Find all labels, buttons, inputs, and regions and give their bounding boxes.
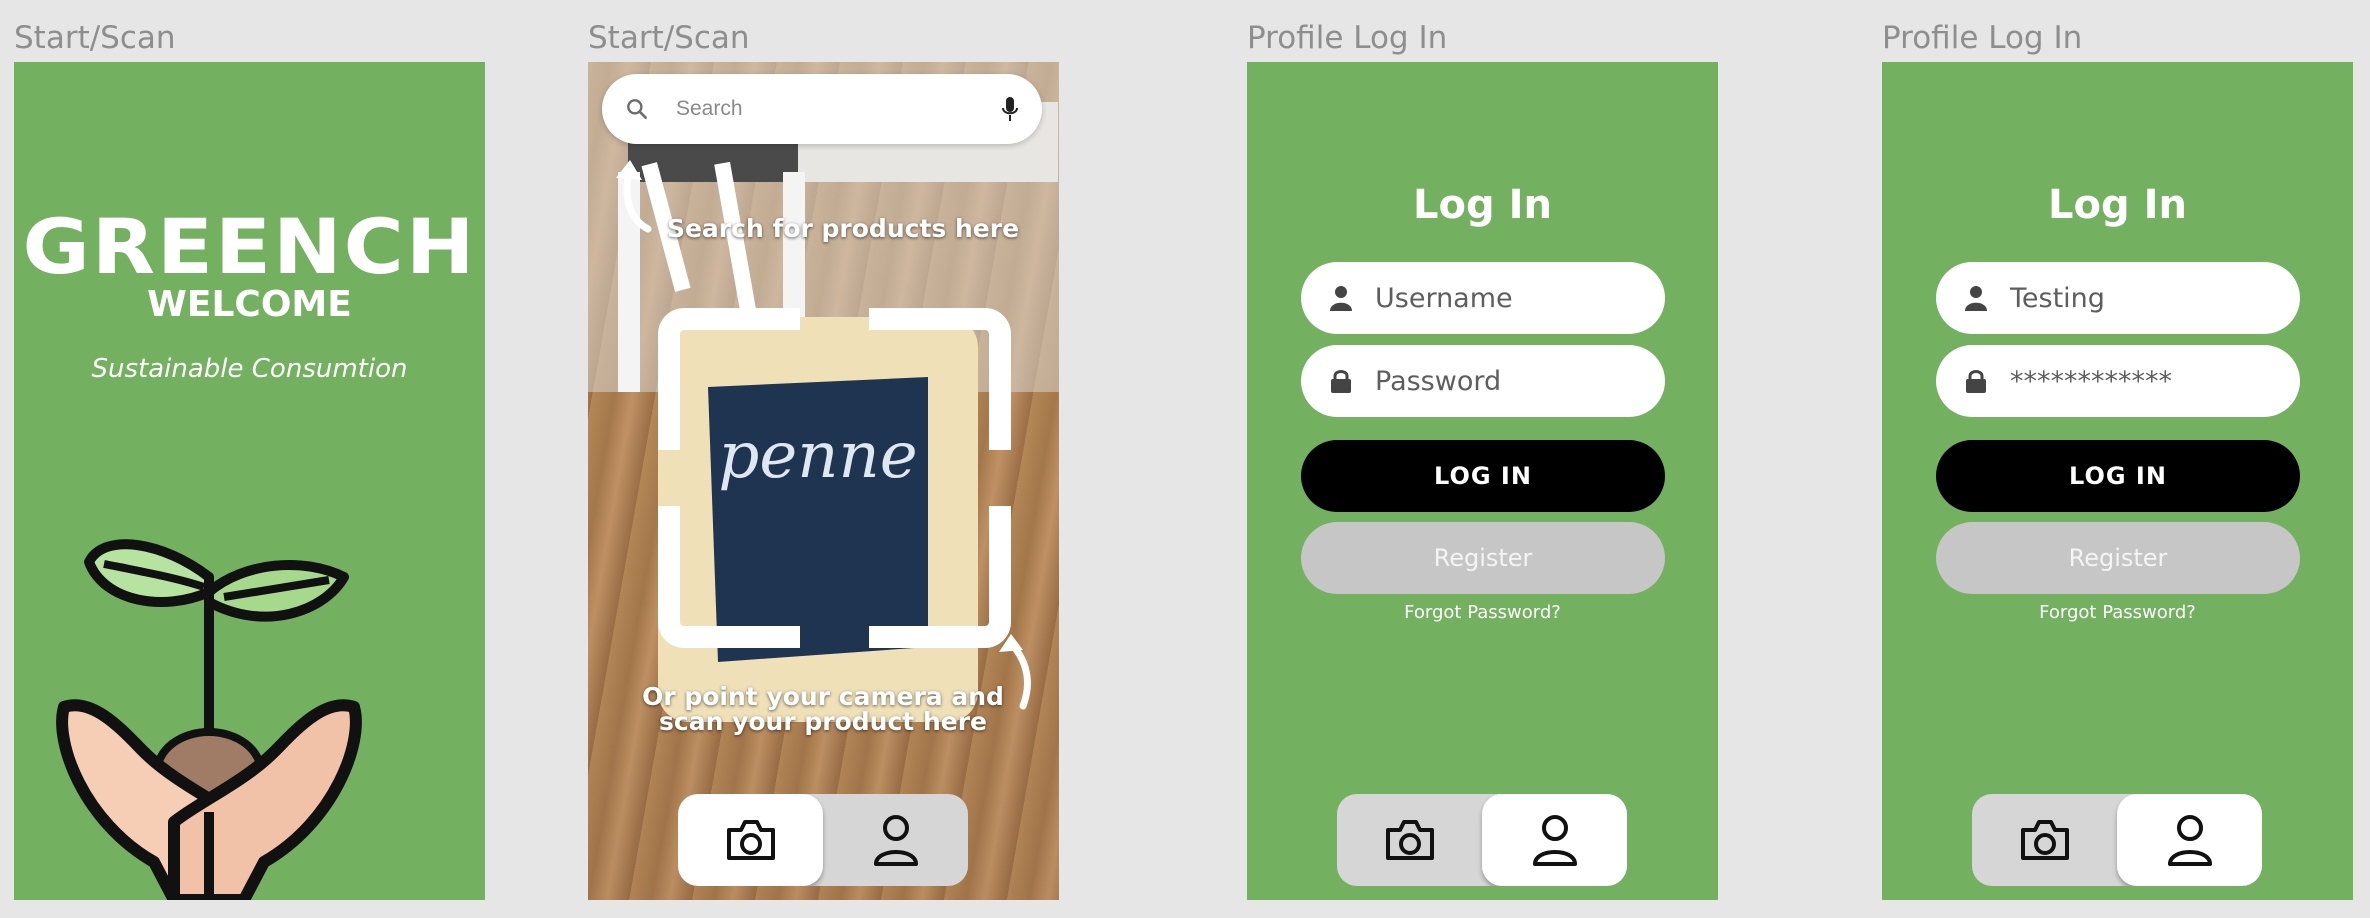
user-icon bbox=[1330, 286, 1352, 311]
username-field[interactable]: Username bbox=[1301, 262, 1665, 334]
forgot-password-link[interactable]: Forgot Password? bbox=[1247, 602, 1718, 623]
nav-camera[interactable] bbox=[1337, 794, 1482, 886]
plant-logo bbox=[56, 539, 362, 900]
camera-hint: Or point your camera and scan your produ… bbox=[642, 682, 1004, 736]
camera-icon bbox=[1385, 820, 1434, 860]
frame-label-profile-log-in-1: Profile Log In bbox=[1247, 20, 1448, 56]
nav-camera[interactable] bbox=[678, 794, 823, 886]
password-input[interactable]: ************ bbox=[2010, 366, 2172, 397]
bottom-nav bbox=[1972, 794, 2262, 886]
forgot-password-link[interactable]: Forgot Password? bbox=[1882, 602, 2353, 623]
user-icon bbox=[1965, 286, 1987, 311]
password-field[interactable]: ************ bbox=[1936, 345, 2300, 417]
page-title: Log In bbox=[2048, 182, 2187, 228]
frame-label-start-scan-2: Start/Scan bbox=[588, 20, 750, 56]
login-button[interactable]: LOG IN bbox=[1936, 440, 2300, 512]
username-input[interactable]: Username bbox=[1375, 283, 1513, 314]
username-input[interactable]: Testing bbox=[2010, 283, 2105, 314]
scan-frame-corner bbox=[658, 308, 800, 450]
username-field[interactable]: Testing bbox=[1936, 262, 2300, 334]
frame-label-profile-log-in-2: Profile Log In bbox=[1882, 20, 2083, 56]
nav-profile[interactable] bbox=[1482, 794, 1627, 886]
search-input[interactable]: Search bbox=[676, 97, 1000, 121]
login-screen-filled: Log In Testing ************ LOG IN Regis… bbox=[1882, 62, 2353, 900]
page-title: Log In bbox=[1413, 182, 1552, 228]
nav-profile[interactable] bbox=[2117, 794, 2262, 886]
welcome-text: WELCOME bbox=[147, 284, 352, 325]
lock-icon bbox=[1966, 370, 1986, 393]
user-icon bbox=[1532, 815, 1577, 866]
nav-camera[interactable] bbox=[1972, 794, 2117, 886]
camera-icon bbox=[2020, 820, 2069, 860]
register-button[interactable]: Register bbox=[1301, 522, 1665, 594]
user-icon bbox=[873, 815, 918, 866]
camera-icon bbox=[726, 820, 775, 860]
scan-frame-corner bbox=[869, 308, 1011, 450]
search-hint: Search for products here bbox=[666, 214, 1020, 243]
microphone-icon[interactable] bbox=[1000, 95, 1020, 123]
bottom-nav bbox=[678, 794, 968, 886]
user-icon bbox=[2167, 815, 2212, 866]
brand-title: GREENCH bbox=[22, 203, 477, 292]
bottom-nav bbox=[1337, 794, 1627, 886]
register-button[interactable]: Register bbox=[1936, 522, 2300, 594]
password-input[interactable]: Password bbox=[1375, 366, 1501, 397]
nav-profile[interactable] bbox=[823, 794, 968, 886]
tagline: Sustainable Consumtion bbox=[91, 354, 408, 384]
frame-label-start-scan-1: Start/Scan bbox=[14, 20, 176, 56]
lock-icon bbox=[1331, 370, 1351, 393]
search-bar[interactable]: Search bbox=[602, 74, 1042, 144]
scan-frame-corner bbox=[658, 506, 800, 648]
password-field[interactable]: Password bbox=[1301, 345, 1665, 417]
scan-screen: Search Search for products here penne Or… bbox=[588, 62, 1059, 900]
login-button[interactable]: LOG IN bbox=[1301, 440, 1665, 512]
search-icon bbox=[627, 99, 647, 119]
splash-screen: GREENCH WELCOME Sustainable Consumtion bbox=[14, 62, 485, 900]
login-screen: Log In Username Password LOG IN Register… bbox=[1247, 62, 1718, 900]
scan-frame-corner bbox=[869, 506, 1011, 648]
